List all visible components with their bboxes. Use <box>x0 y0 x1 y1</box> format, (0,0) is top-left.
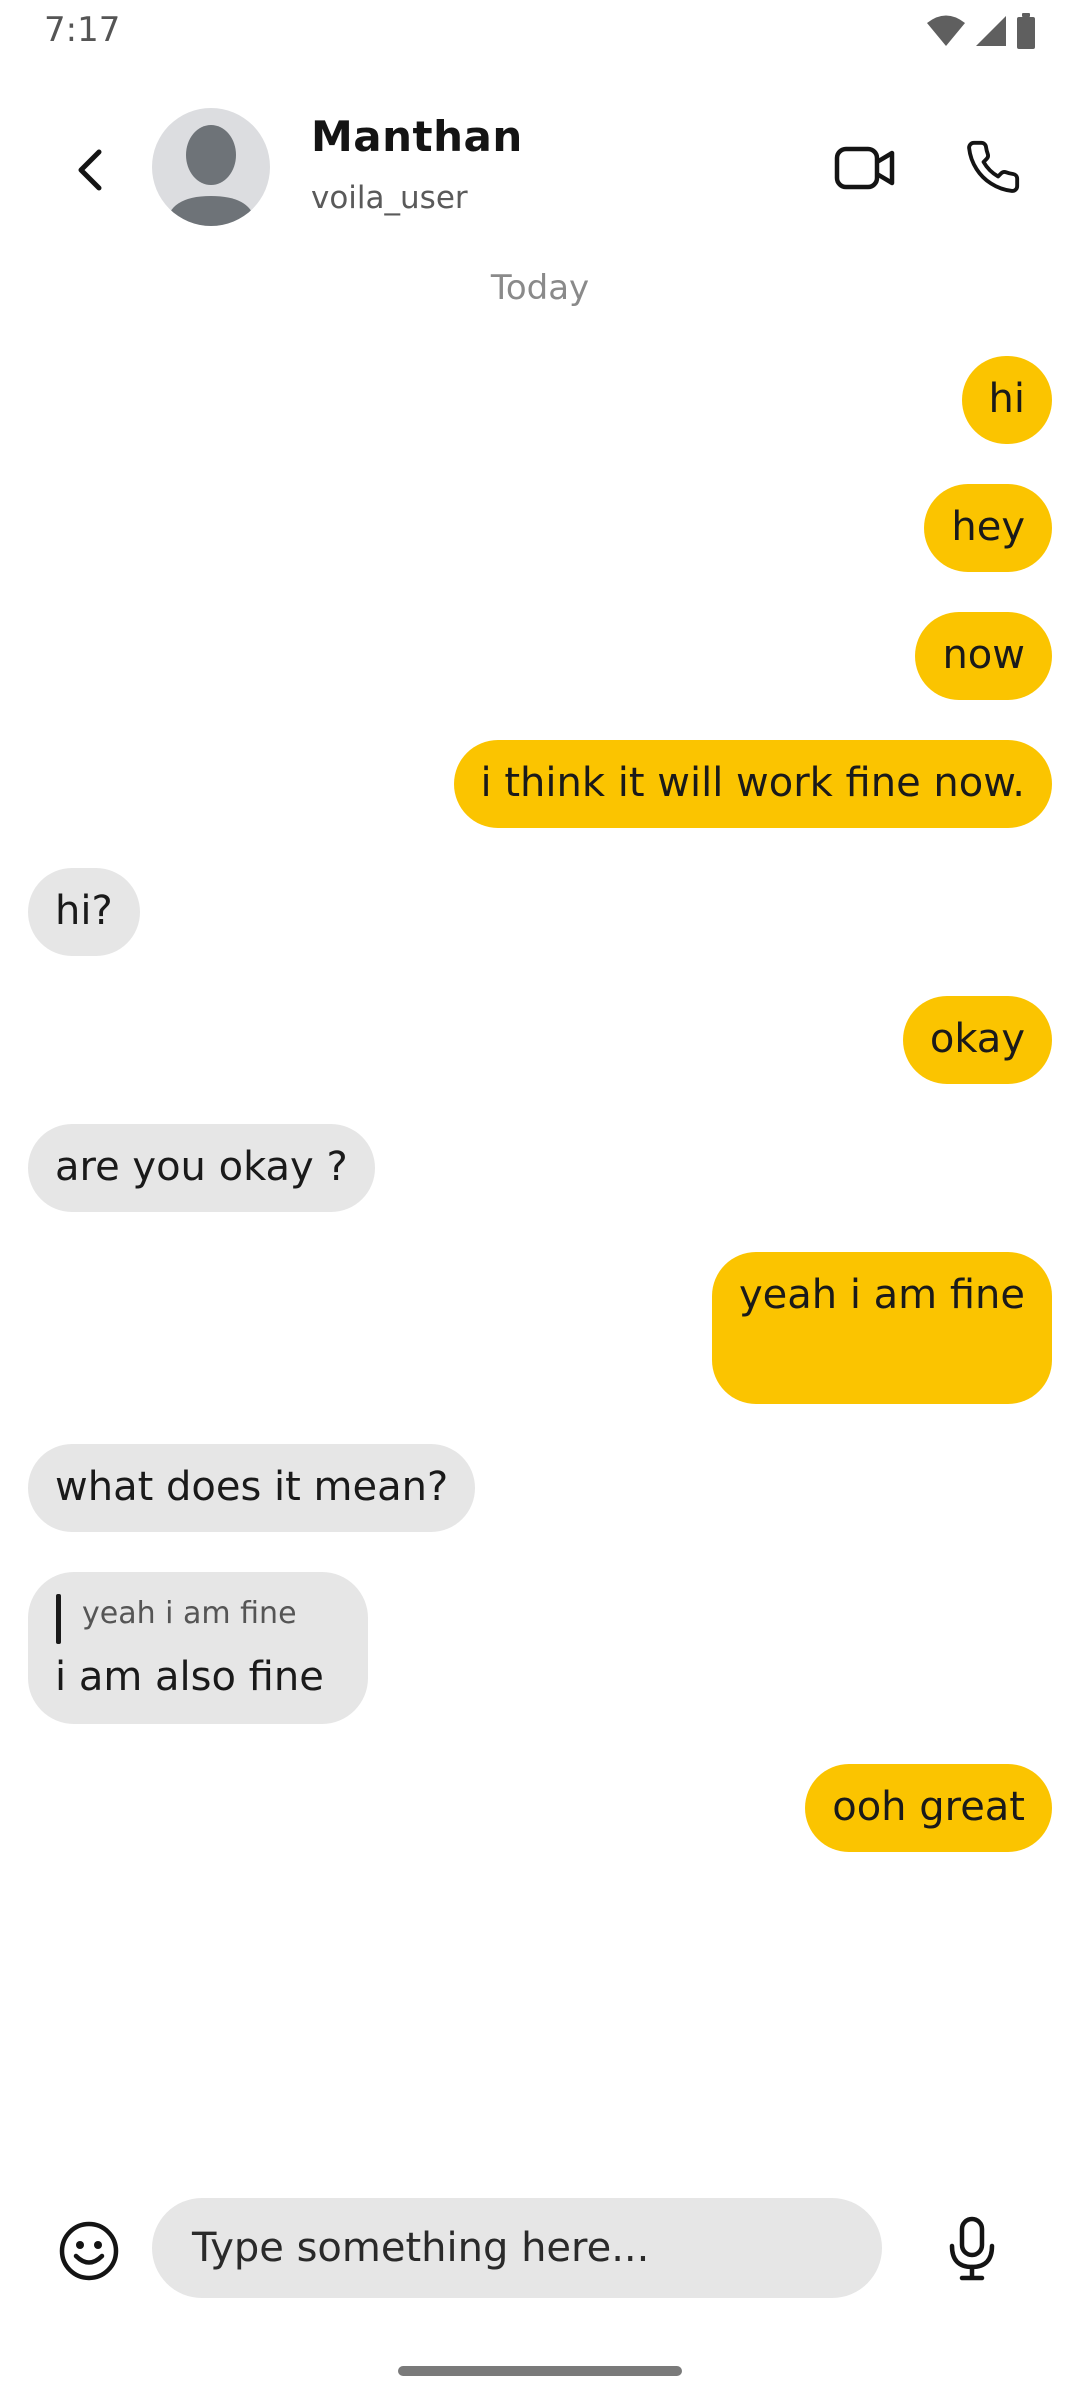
phone-icon <box>967 140 1020 193</box>
emoji-button[interactable] <box>58 2220 120 2282</box>
received-reply-message[interactable]: yeah i am fine i am also fine <box>28 1572 368 1724</box>
contact-name[interactable]: Manthan <box>311 112 523 161</box>
date-divider: Today <box>490 268 590 308</box>
received-message[interactable]: hi? <box>28 868 140 956</box>
sent-message[interactable]: i think it will work fine now. <box>453 740 1052 828</box>
person-silhouette-icon <box>166 125 256 226</box>
avatar[interactable] <box>152 108 270 226</box>
sent-message[interactable]: yeah i am fine <box>711 1252 1052 1404</box>
voice-call-button[interactable] <box>960 134 1026 200</box>
received-message[interactable]: what does it mean? <box>28 1444 476 1532</box>
status-time: 7:17 <box>44 10 121 50</box>
received-message[interactable]: are you okay ? <box>28 1124 375 1212</box>
sent-message[interactable]: now <box>915 612 1052 700</box>
smiley-icon <box>59 2221 119 2281</box>
reply-message-text: i am also fine <box>55 1654 324 1700</box>
chat-header: Manthan voila_user <box>0 100 1080 240</box>
status-icons <box>926 13 1036 49</box>
sent-message[interactable]: okay <box>902 996 1052 1084</box>
contact-username: voila_user <box>311 180 468 216</box>
microphone-icon <box>949 2216 995 2281</box>
video-call-button[interactable] <box>830 138 900 198</box>
cell-signal-icon <box>976 16 1006 46</box>
chevron-left-icon <box>78 149 102 191</box>
mic-button[interactable] <box>942 2214 1002 2284</box>
chat-screen: 7:17 Manthan voila_user Today hi hey now… <box>0 0 1080 2400</box>
back-button[interactable] <box>60 140 120 200</box>
home-indicator[interactable] <box>398 2366 682 2376</box>
status-bar: 7:17 <box>0 0 1080 66</box>
message-input[interactable]: Type something here... <box>152 2198 882 2298</box>
battery-icon <box>1017 13 1035 49</box>
sent-message[interactable]: hey <box>924 484 1052 572</box>
sent-message[interactable]: hi <box>961 356 1052 444</box>
quote-bar <box>56 1594 61 1644</box>
quoted-message-text: yeah i am fine <box>82 1596 297 1631</box>
video-camera-icon <box>834 146 895 190</box>
sent-message[interactable]: ooh great <box>805 1764 1052 1852</box>
wifi-icon <box>927 15 965 46</box>
